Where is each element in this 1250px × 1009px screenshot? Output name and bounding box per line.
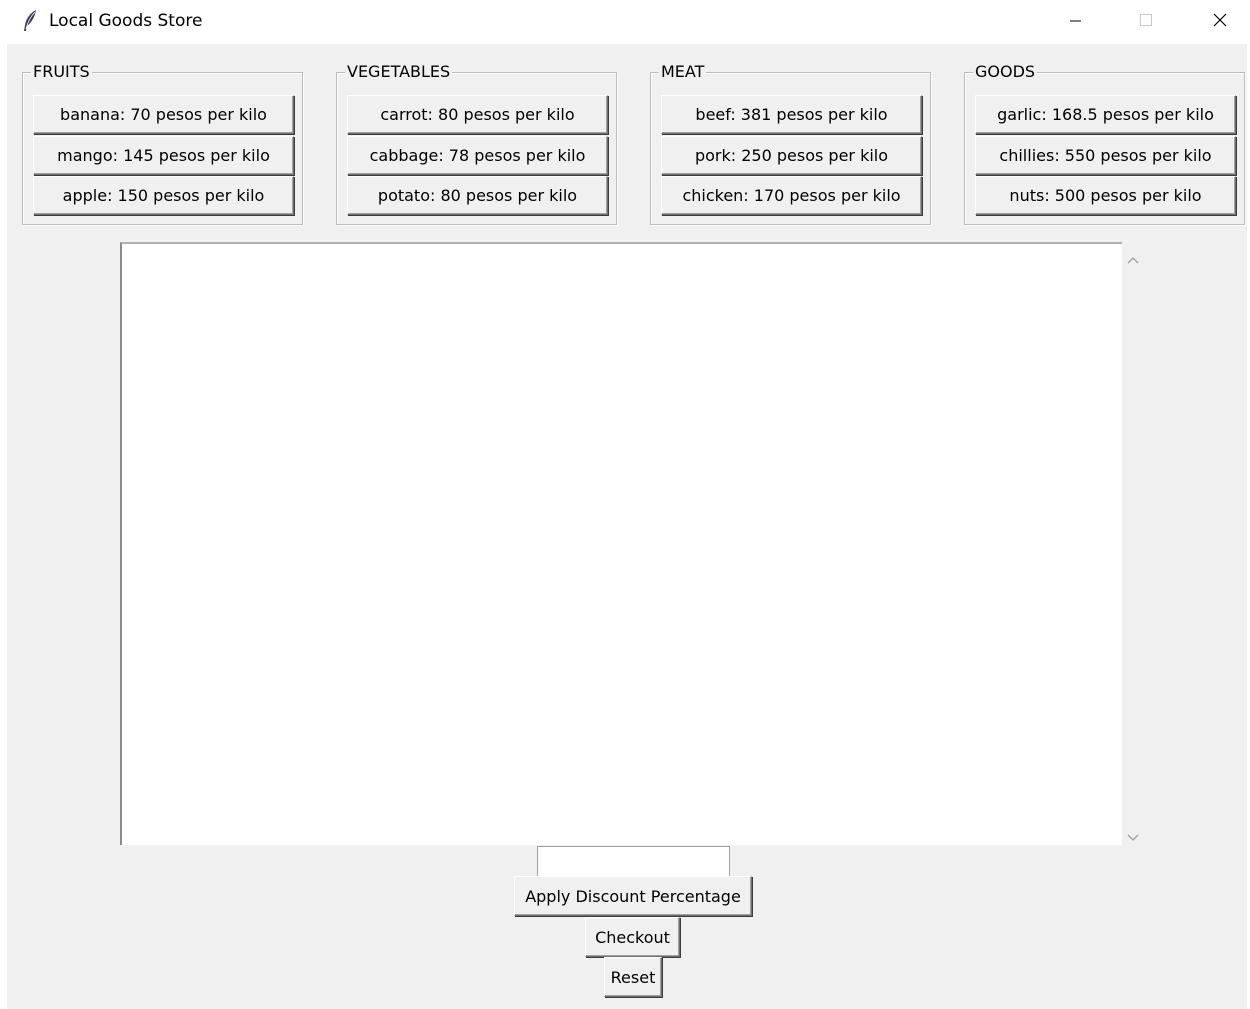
minimize-icon [1070,20,1081,22]
group-title: MEAT [659,62,707,82]
pork-button[interactable]: pork: 250 pesos per kilo [661,136,922,175]
group-title: GOODS [973,62,1038,82]
potato-button[interactable]: potato: 80 pesos per kilo [347,176,608,215]
meat-group: MEAT beef: 381 pesos per kilo pork: 250 … [650,62,931,225]
scroll-up-arrow-icon[interactable] [1127,251,1139,264]
apply-discount-button[interactable]: Apply Discount Percentage [514,876,752,916]
window-title: Local Goods Store [49,11,203,31]
garlic-button[interactable]: garlic: 168.5 pesos per kilo [975,95,1236,134]
banana-button[interactable]: banana: 70 pesos per kilo [33,95,294,134]
reset-button[interactable]: Reset [604,957,662,997]
cart-textarea[interactable] [120,242,1122,845]
fruits-group: FRUITS banana: 70 pesos per kilo mango: … [22,62,303,225]
close-icon [1213,13,1227,27]
mango-button[interactable]: mango: 145 pesos per kilo [33,136,294,175]
main-window: FRUITS banana: 70 pesos per kilo mango: … [7,44,1247,1009]
discount-input[interactable] [537,846,730,876]
maximize-button[interactable] [1110,0,1180,44]
close-button[interactable] [1180,0,1250,44]
chicken-button[interactable]: chicken: 170 pesos per kilo [661,176,922,215]
feather-icon [22,9,38,33]
chillies-button[interactable]: chillies: 550 pesos per kilo [975,136,1236,175]
group-title: VEGETABLES [345,62,453,82]
title-bar: Local Goods Store [0,0,1250,44]
carrot-button[interactable]: carrot: 80 pesos per kilo [347,95,608,134]
goods-group: GOODS garlic: 168.5 pesos per kilo chill… [964,62,1245,225]
apple-button[interactable]: apple: 150 pesos per kilo [33,176,294,215]
vegetables-group: VEGETABLES carrot: 80 pesos per kilo cab… [336,62,617,225]
minimize-button[interactable] [1040,0,1110,44]
cart-scrollbar[interactable] [1122,242,1144,845]
nuts-button[interactable]: nuts: 500 pesos per kilo [975,176,1236,215]
group-title: FRUITS [31,62,92,82]
checkout-button[interactable]: Checkout [585,917,680,957]
scroll-down-arrow-icon[interactable] [1127,827,1139,841]
beef-button[interactable]: beef: 381 pesos per kilo [661,95,922,134]
cabbage-button[interactable]: cabbage: 78 pesos per kilo [347,136,608,175]
maximize-icon [1140,14,1152,26]
